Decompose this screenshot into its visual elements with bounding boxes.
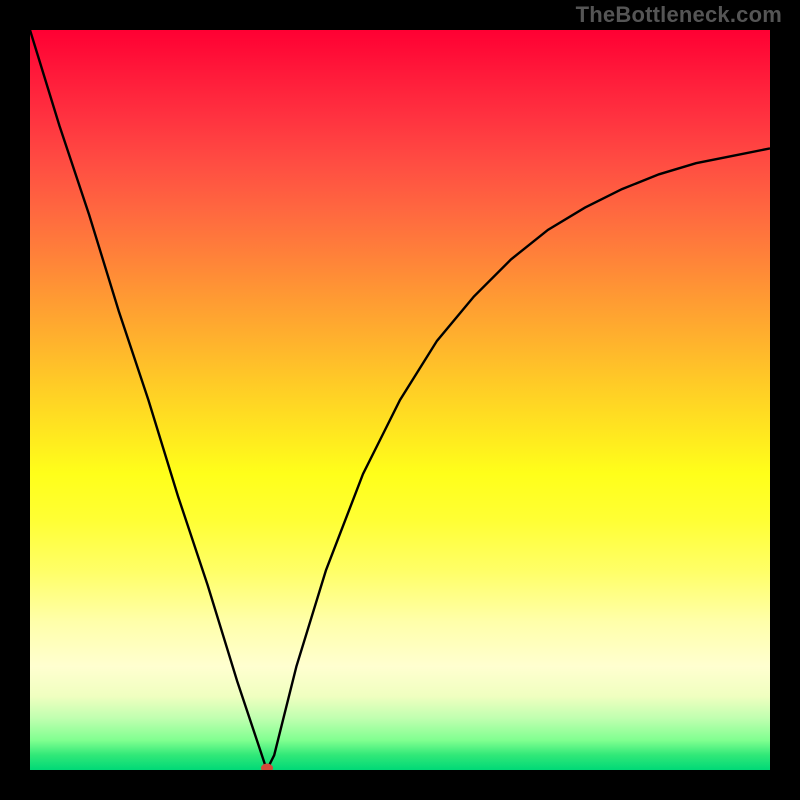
- minimum-marker-icon: [261, 764, 273, 771]
- curve-path: [30, 30, 770, 770]
- chart-outer-frame: TheBottleneck.com: [0, 0, 800, 800]
- watermark-text: TheBottleneck.com: [576, 2, 782, 28]
- plot-area: [30, 30, 770, 770]
- bottleneck-curve: [30, 30, 770, 770]
